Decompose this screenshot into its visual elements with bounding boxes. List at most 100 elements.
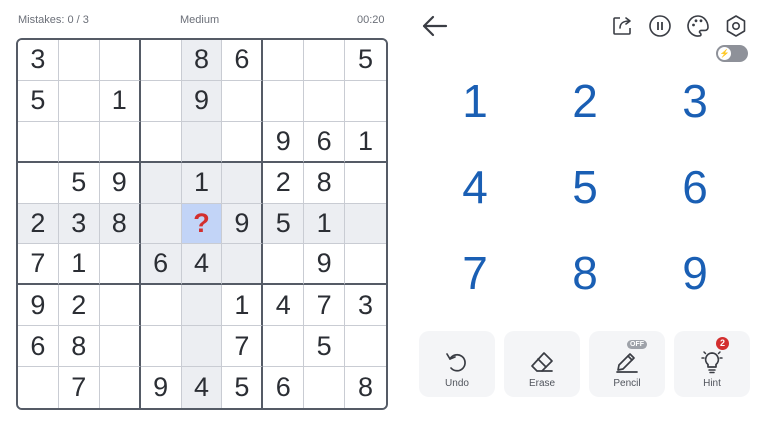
sudoku-cell[interactable] — [99, 244, 141, 286]
sudoku-cell[interactable] — [58, 80, 100, 122]
sudoku-cell[interactable]: 1 — [99, 80, 141, 122]
sudoku-cell[interactable]: 5 — [263, 203, 305, 245]
numpad-6-button[interactable]: 6 — [660, 152, 730, 222]
sudoku-cell[interactable] — [263, 80, 305, 122]
sudoku-cell[interactable]: 7 — [304, 285, 346, 327]
numpad-8-button[interactable]: 8 — [550, 238, 620, 308]
sudoku-cell[interactable]: 8 — [99, 203, 141, 245]
sudoku-cell[interactable] — [222, 162, 264, 204]
sudoku-cell[interactable]: 8 — [181, 40, 223, 81]
sudoku-cell[interactable]: 9 — [181, 80, 223, 122]
sudoku-cell[interactable] — [18, 162, 59, 204]
sudoku-cell[interactable]: 5 — [345, 40, 386, 81]
sudoku-cell[interactable] — [140, 80, 182, 122]
sudoku-cell[interactable]: 2 — [263, 162, 305, 204]
sudoku-cell[interactable]: 7 — [18, 244, 59, 286]
back-arrow-icon[interactable] — [420, 13, 448, 39]
sudoku-cell[interactable] — [140, 203, 182, 245]
sudoku-cell[interactable] — [58, 121, 100, 163]
sudoku-cell[interactable] — [263, 40, 305, 81]
sudoku-cell[interactable]: 3 — [18, 40, 59, 81]
sudoku-cell[interactable]: 8 — [304, 162, 346, 204]
sudoku-cell[interactable] — [58, 40, 100, 81]
sudoku-cell[interactable] — [345, 326, 386, 368]
sudoku-cell[interactable] — [140, 162, 182, 204]
sudoku-cell[interactable]: 2 — [18, 203, 59, 245]
sudoku-cell[interactable]: 5 — [58, 162, 100, 204]
sudoku-cell[interactable]: 9 — [304, 244, 346, 286]
sudoku-cell[interactable] — [140, 121, 182, 163]
sudoku-cell[interactable]: 1 — [58, 244, 100, 286]
sudoku-cell[interactable]: 8 — [58, 326, 100, 368]
sudoku-cell[interactable]: 6 — [304, 121, 346, 163]
settings-icon[interactable] — [724, 14, 748, 38]
theme-palette-icon[interactable] — [686, 14, 710, 38]
sudoku-cell[interactable] — [99, 326, 141, 368]
sudoku-cell[interactable] — [222, 244, 264, 286]
share-icon[interactable] — [610, 14, 634, 38]
sudoku-cell[interactable] — [345, 80, 386, 122]
power-toggle[interactable]: ⚡ — [716, 45, 748, 62]
sudoku-cell[interactable] — [181, 121, 223, 163]
sudoku-cell[interactable]: 2 — [58, 285, 100, 327]
numpad-9-button[interactable]: 9 — [660, 238, 730, 308]
sudoku-cell[interactable] — [140, 285, 182, 327]
sudoku-cell[interactable]: 1 — [181, 162, 223, 204]
sudoku-cell[interactable] — [140, 40, 182, 81]
sudoku-cell[interactable] — [140, 326, 182, 368]
sudoku-cell[interactable] — [222, 80, 264, 122]
sudoku-cell[interactable]: 1 — [222, 285, 264, 327]
sudoku-cell[interactable]: 9 — [140, 367, 182, 408]
numpad-1-button[interactable]: 1 — [440, 66, 510, 136]
sudoku-cell[interactable]: 9 — [99, 162, 141, 204]
numpad-3-button[interactable]: 3 — [660, 66, 730, 136]
sudoku-cell[interactable]: 7 — [58, 367, 100, 408]
sudoku-cell[interactable]: 9 — [18, 285, 59, 327]
sudoku-cell[interactable] — [345, 244, 386, 286]
sudoku-cell[interactable] — [181, 285, 223, 327]
sudoku-cell[interactable] — [18, 367, 59, 408]
sudoku-cell[interactable]: 7 — [222, 326, 264, 368]
sudoku-cell[interactable] — [304, 80, 346, 122]
sudoku-cell[interactable]: 8 — [345, 367, 386, 408]
undo-button[interactable]: Undo — [419, 331, 495, 397]
erase-button[interactable]: Erase — [504, 331, 580, 397]
sudoku-cell[interactable] — [263, 244, 305, 286]
sudoku-cell[interactable]: 6 — [222, 40, 264, 81]
sudoku-cell[interactable] — [263, 326, 305, 368]
sudoku-cell[interactable] — [99, 40, 141, 81]
sudoku-cell[interactable]: 6 — [263, 367, 305, 408]
sudoku-cell[interactable] — [304, 367, 346, 408]
sudoku-cell[interactable]: 9 — [263, 121, 305, 163]
numpad-5-button[interactable]: 5 — [550, 152, 620, 222]
sudoku-cell[interactable] — [18, 121, 59, 163]
sudoku-cell[interactable] — [99, 285, 141, 327]
sudoku-cell[interactable]: 6 — [18, 326, 59, 368]
pencil-button[interactable]: OFF Pencil — [589, 331, 665, 397]
sudoku-cell[interactable]: 4 — [263, 285, 305, 327]
sudoku-cell[interactable] — [99, 121, 141, 163]
sudoku-cell[interactable] — [222, 121, 264, 163]
hint-button[interactable]: 2 Hint — [674, 331, 750, 397]
sudoku-cell[interactable]: 3 — [58, 203, 100, 245]
sudoku-cell[interactable]: 9 — [222, 203, 264, 245]
sudoku-cell[interactable]: 4 — [181, 367, 223, 408]
sudoku-cell[interactable] — [345, 203, 386, 245]
sudoku-cell[interactable]: 6 — [140, 244, 182, 286]
sudoku-cell[interactable]: 3 — [345, 285, 386, 327]
selected-cell[interactable]: ? — [181, 203, 223, 245]
sudoku-cell[interactable]: 5 — [222, 367, 264, 408]
numpad-7-button[interactable]: 7 — [440, 238, 510, 308]
numpad-4-button[interactable]: 4 — [440, 152, 510, 222]
sudoku-cell[interactable]: 5 — [18, 80, 59, 122]
sudoku-cell[interactable] — [304, 40, 346, 81]
numpad-2-button[interactable]: 2 — [550, 66, 620, 136]
sudoku-cell[interactable]: 4 — [181, 244, 223, 286]
sudoku-cell[interactable]: 5 — [304, 326, 346, 368]
sudoku-cell[interactable] — [181, 326, 223, 368]
sudoku-cell[interactable]: 1 — [345, 121, 386, 163]
sudoku-cell[interactable]: 1 — [304, 203, 346, 245]
pause-icon[interactable] — [648, 14, 672, 38]
sudoku-cell[interactable] — [345, 162, 386, 204]
sudoku-cell[interactable] — [99, 367, 141, 408]
